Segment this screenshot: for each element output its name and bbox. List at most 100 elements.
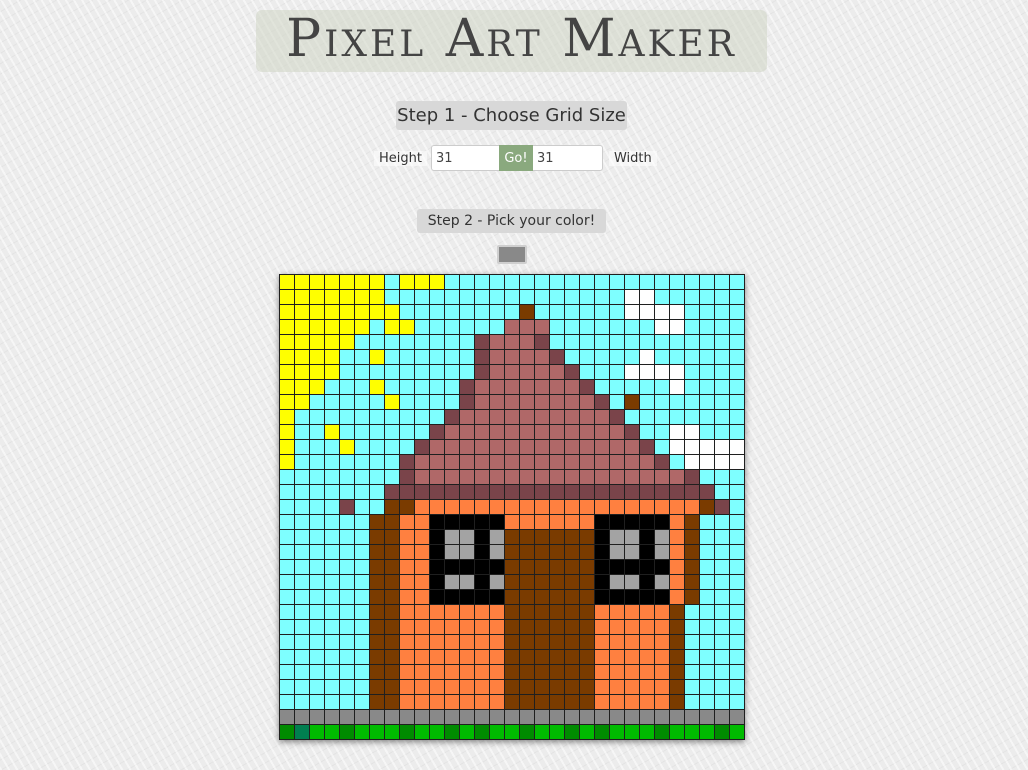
grid-cell[interactable]	[474, 409, 490, 425]
grid-cell[interactable]	[624, 529, 640, 545]
grid-cell[interactable]	[699, 724, 715, 740]
grid-cell[interactable]	[519, 379, 535, 395]
grid-cell[interactable]	[609, 679, 625, 695]
grid-cell[interactable]	[384, 499, 400, 515]
grid-cell[interactable]	[639, 499, 655, 515]
grid-cell[interactable]	[714, 514, 730, 530]
grid-cell[interactable]	[639, 304, 655, 320]
grid-cell[interactable]	[339, 274, 355, 290]
grid-cell[interactable]	[489, 334, 505, 350]
grid-cell[interactable]	[339, 724, 355, 740]
grid-cell[interactable]	[684, 514, 700, 530]
grid-cell[interactable]	[414, 349, 430, 365]
grid-cell[interactable]	[384, 409, 400, 425]
grid-cell[interactable]	[519, 334, 535, 350]
grid-cell[interactable]	[549, 409, 565, 425]
grid-cell[interactable]	[474, 544, 490, 560]
grid-cell[interactable]	[624, 484, 640, 500]
grid-cell[interactable]	[669, 544, 685, 560]
grid-cell[interactable]	[399, 709, 415, 725]
grid-cell[interactable]	[489, 274, 505, 290]
grid-cell[interactable]	[354, 544, 370, 560]
grid-cell[interactable]	[729, 289, 745, 305]
grid-cell[interactable]	[714, 664, 730, 680]
grid-cell[interactable]	[579, 649, 595, 665]
grid-cell[interactable]	[354, 514, 370, 530]
color-picker[interactable]	[497, 245, 527, 264]
grid-cell[interactable]	[699, 634, 715, 650]
grid-cell[interactable]	[654, 709, 670, 725]
grid-cell[interactable]	[324, 679, 340, 695]
grid-cell[interactable]	[459, 394, 475, 410]
grid-cell[interactable]	[309, 694, 325, 710]
grid-cell[interactable]	[609, 379, 625, 395]
grid-cell[interactable]	[639, 559, 655, 575]
grid-cell[interactable]	[459, 424, 475, 440]
grid-cell[interactable]	[414, 469, 430, 485]
grid-cell[interactable]	[549, 724, 565, 740]
grid-cell[interactable]	[654, 499, 670, 515]
grid-cell[interactable]	[459, 289, 475, 305]
grid-cell[interactable]	[294, 484, 310, 500]
grid-cell[interactable]	[639, 409, 655, 425]
grid-cell[interactable]	[429, 334, 445, 350]
grid-cell[interactable]	[324, 304, 340, 320]
grid-cell[interactable]	[369, 439, 385, 455]
grid-cell[interactable]	[654, 439, 670, 455]
grid-cell[interactable]	[324, 454, 340, 470]
grid-cell[interactable]	[504, 514, 520, 530]
grid-cell[interactable]	[399, 289, 415, 305]
grid-cell[interactable]	[534, 454, 550, 470]
grid-cell[interactable]	[369, 319, 385, 335]
grid-cell[interactable]	[369, 364, 385, 380]
grid-cell[interactable]	[429, 349, 445, 365]
grid-cell[interactable]	[354, 274, 370, 290]
grid-cell[interactable]	[339, 349, 355, 365]
grid-cell[interactable]	[549, 649, 565, 665]
grid-cell[interactable]	[459, 694, 475, 710]
grid-cell[interactable]	[549, 604, 565, 620]
grid-cell[interactable]	[519, 544, 535, 560]
grid-cell[interactable]	[669, 679, 685, 695]
grid-cell[interactable]	[519, 619, 535, 635]
grid-cell[interactable]	[684, 529, 700, 545]
grid-cell[interactable]	[669, 424, 685, 440]
grid-cell[interactable]	[549, 664, 565, 680]
grid-cell[interactable]	[534, 544, 550, 560]
grid-cell[interactable]	[489, 514, 505, 530]
grid-cell[interactable]	[339, 679, 355, 695]
grid-cell[interactable]	[459, 514, 475, 530]
grid-cell[interactable]	[609, 484, 625, 500]
grid-cell[interactable]	[324, 664, 340, 680]
grid-cell[interactable]	[339, 304, 355, 320]
grid-cell[interactable]	[654, 604, 670, 620]
grid-cell[interactable]	[714, 304, 730, 320]
grid-cell[interactable]	[699, 574, 715, 590]
grid-cell[interactable]	[309, 319, 325, 335]
grid-cell[interactable]	[324, 469, 340, 485]
grid-cell[interactable]	[324, 544, 340, 560]
grid-cell[interactable]	[654, 274, 670, 290]
grid-cell[interactable]	[564, 604, 580, 620]
grid-cell[interactable]	[729, 469, 745, 485]
go-button[interactable]: Go!	[498, 145, 533, 171]
grid-cell[interactable]	[534, 559, 550, 575]
grid-cell[interactable]	[354, 499, 370, 515]
grid-cell[interactable]	[309, 469, 325, 485]
grid-cell[interactable]	[369, 334, 385, 350]
grid-cell[interactable]	[699, 394, 715, 410]
grid-cell[interactable]	[564, 589, 580, 605]
grid-cell[interactable]	[729, 649, 745, 665]
grid-cell[interactable]	[609, 349, 625, 365]
grid-cell[interactable]	[699, 484, 715, 500]
grid-cell[interactable]	[534, 484, 550, 500]
grid-cell[interactable]	[624, 469, 640, 485]
grid-cell[interactable]	[309, 349, 325, 365]
grid-cell[interactable]	[489, 709, 505, 725]
grid-cell[interactable]	[639, 574, 655, 590]
grid-cell[interactable]	[474, 724, 490, 740]
grid-cell[interactable]	[549, 619, 565, 635]
grid-cell[interactable]	[369, 394, 385, 410]
grid-cell[interactable]	[594, 619, 610, 635]
grid-cell[interactable]	[624, 334, 640, 350]
